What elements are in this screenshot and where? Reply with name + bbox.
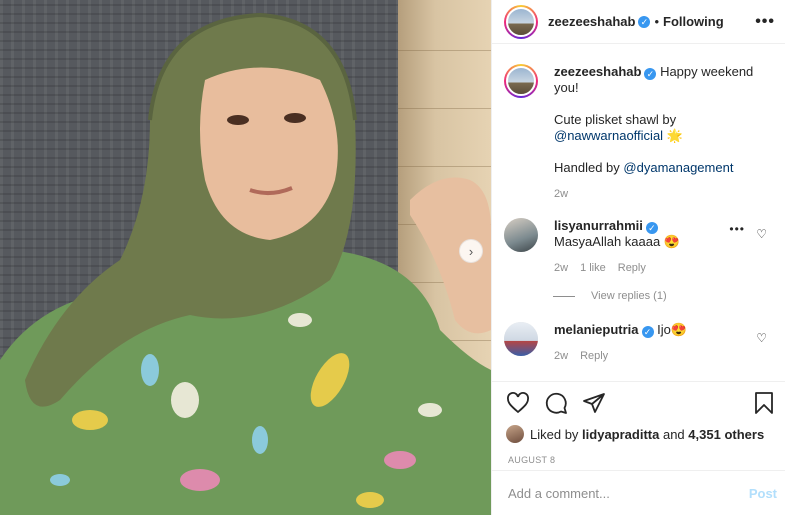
post-comment-button[interactable]: Post: [749, 486, 777, 501]
author-username[interactable]: zeezeeshahab: [548, 14, 635, 29]
action-icons: [492, 382, 785, 424]
author-avatar[interactable]: [504, 4, 538, 39]
caption-line-2-text: Cute plisket shawl by: [554, 112, 677, 127]
caption-avatar[interactable]: [504, 64, 538, 98]
likes-and: and: [662, 426, 685, 442]
comment-likes[interactable]: 1 like: [580, 260, 606, 276]
liked-by-prefix: Liked by: [530, 426, 579, 442]
post-details-panel: zeezeeshahab ✓ • Following ••• zeezeesha…: [491, 0, 785, 515]
comment-text: MasyaAllah kaaaa 😍: [554, 234, 681, 249]
post-header: zeezeeshahab ✓ • Following •••: [492, 0, 785, 44]
comment-icon[interactable]: [544, 391, 568, 415]
comment-item: melanieputria ✓ Ijo😍 2w Reply ♡: [492, 322, 785, 364]
reply-button[interactable]: Reply: [580, 348, 608, 364]
comments-list[interactable]: zeezeeshahab ✓ Happy weekend you! Cute pl…: [492, 45, 785, 381]
person-illustration: [0, 12, 491, 515]
verified-badge-icon: ✓: [644, 68, 657, 80]
caption-username[interactable]: zeezeeshahab: [554, 64, 641, 79]
caption-line-3-text: Handled by: [554, 160, 620, 175]
separator-dot: •: [654, 14, 659, 29]
next-photo-button[interactable]: ›: [459, 239, 483, 263]
paper-plane-icon[interactable]: [582, 391, 606, 415]
view-replies-label[interactable]: View replies (1): [591, 290, 667, 302]
commenter-avatar[interactable]: [504, 218, 538, 252]
commenter-username[interactable]: melanieputria: [554, 322, 639, 337]
liker-username[interactable]: lidyapraditta: [582, 427, 659, 442]
post-photo[interactable]: ›: [0, 0, 491, 515]
post-date[interactable]: AUGUST 8: [492, 444, 785, 465]
add-comment-bar: Post: [492, 470, 785, 515]
mention-link-dyamanagement[interactable]: @dyamanagement: [623, 160, 733, 175]
comment-time[interactable]: 2w: [554, 348, 568, 364]
verified-badge-icon: ✓: [645, 222, 658, 234]
comment-item: lisyanurrahmii ✓ MasyaAllah kaaaa 😍 2w 1 …: [492, 218, 785, 276]
caption: zeezeeshahab ✓ Happy weekend you! Cute pl…: [492, 45, 785, 202]
following-button[interactable]: Following: [663, 14, 724, 29]
verified-badge-icon: ✓: [638, 15, 651, 28]
likes-summary: Liked by lidyapraditta and 4,351 others: [492, 424, 785, 444]
commenter-avatar[interactable]: [504, 322, 538, 356]
post-actions: Liked by lidyapraditta and 4,351 others …: [492, 381, 785, 465]
likes-count[interactable]: 4,351 others: [688, 427, 764, 442]
heart-icon[interactable]: ♡: [756, 227, 767, 241]
mention-link-nawwarna[interactable]: @nawwarnaofficial: [554, 128, 663, 143]
star-emoji: 🌟: [666, 128, 683, 143]
comment-text: Ijo😍: [657, 322, 688, 337]
verified-badge-icon: ✓: [641, 326, 654, 338]
commenter-username[interactable]: lisyanurrahmii: [554, 218, 643, 233]
replies-divider: [553, 295, 575, 297]
comment-options-icon[interactable]: •••: [729, 222, 745, 236]
heart-icon[interactable]: ♡: [756, 331, 767, 345]
view-replies[interactable]: View replies (1): [553, 290, 785, 302]
caption-time[interactable]: 2w: [554, 186, 568, 202]
heart-icon[interactable]: [506, 391, 530, 415]
liker-avatar[interactable]: [506, 425, 524, 443]
chevron-right-icon: ›: [468, 243, 474, 259]
comment-input[interactable]: [508, 485, 749, 501]
reply-button[interactable]: Reply: [618, 260, 646, 276]
more-options-icon[interactable]: •••: [755, 13, 775, 31]
bookmark-icon[interactable]: [753, 391, 775, 415]
comment-time[interactable]: 2w: [554, 260, 568, 276]
